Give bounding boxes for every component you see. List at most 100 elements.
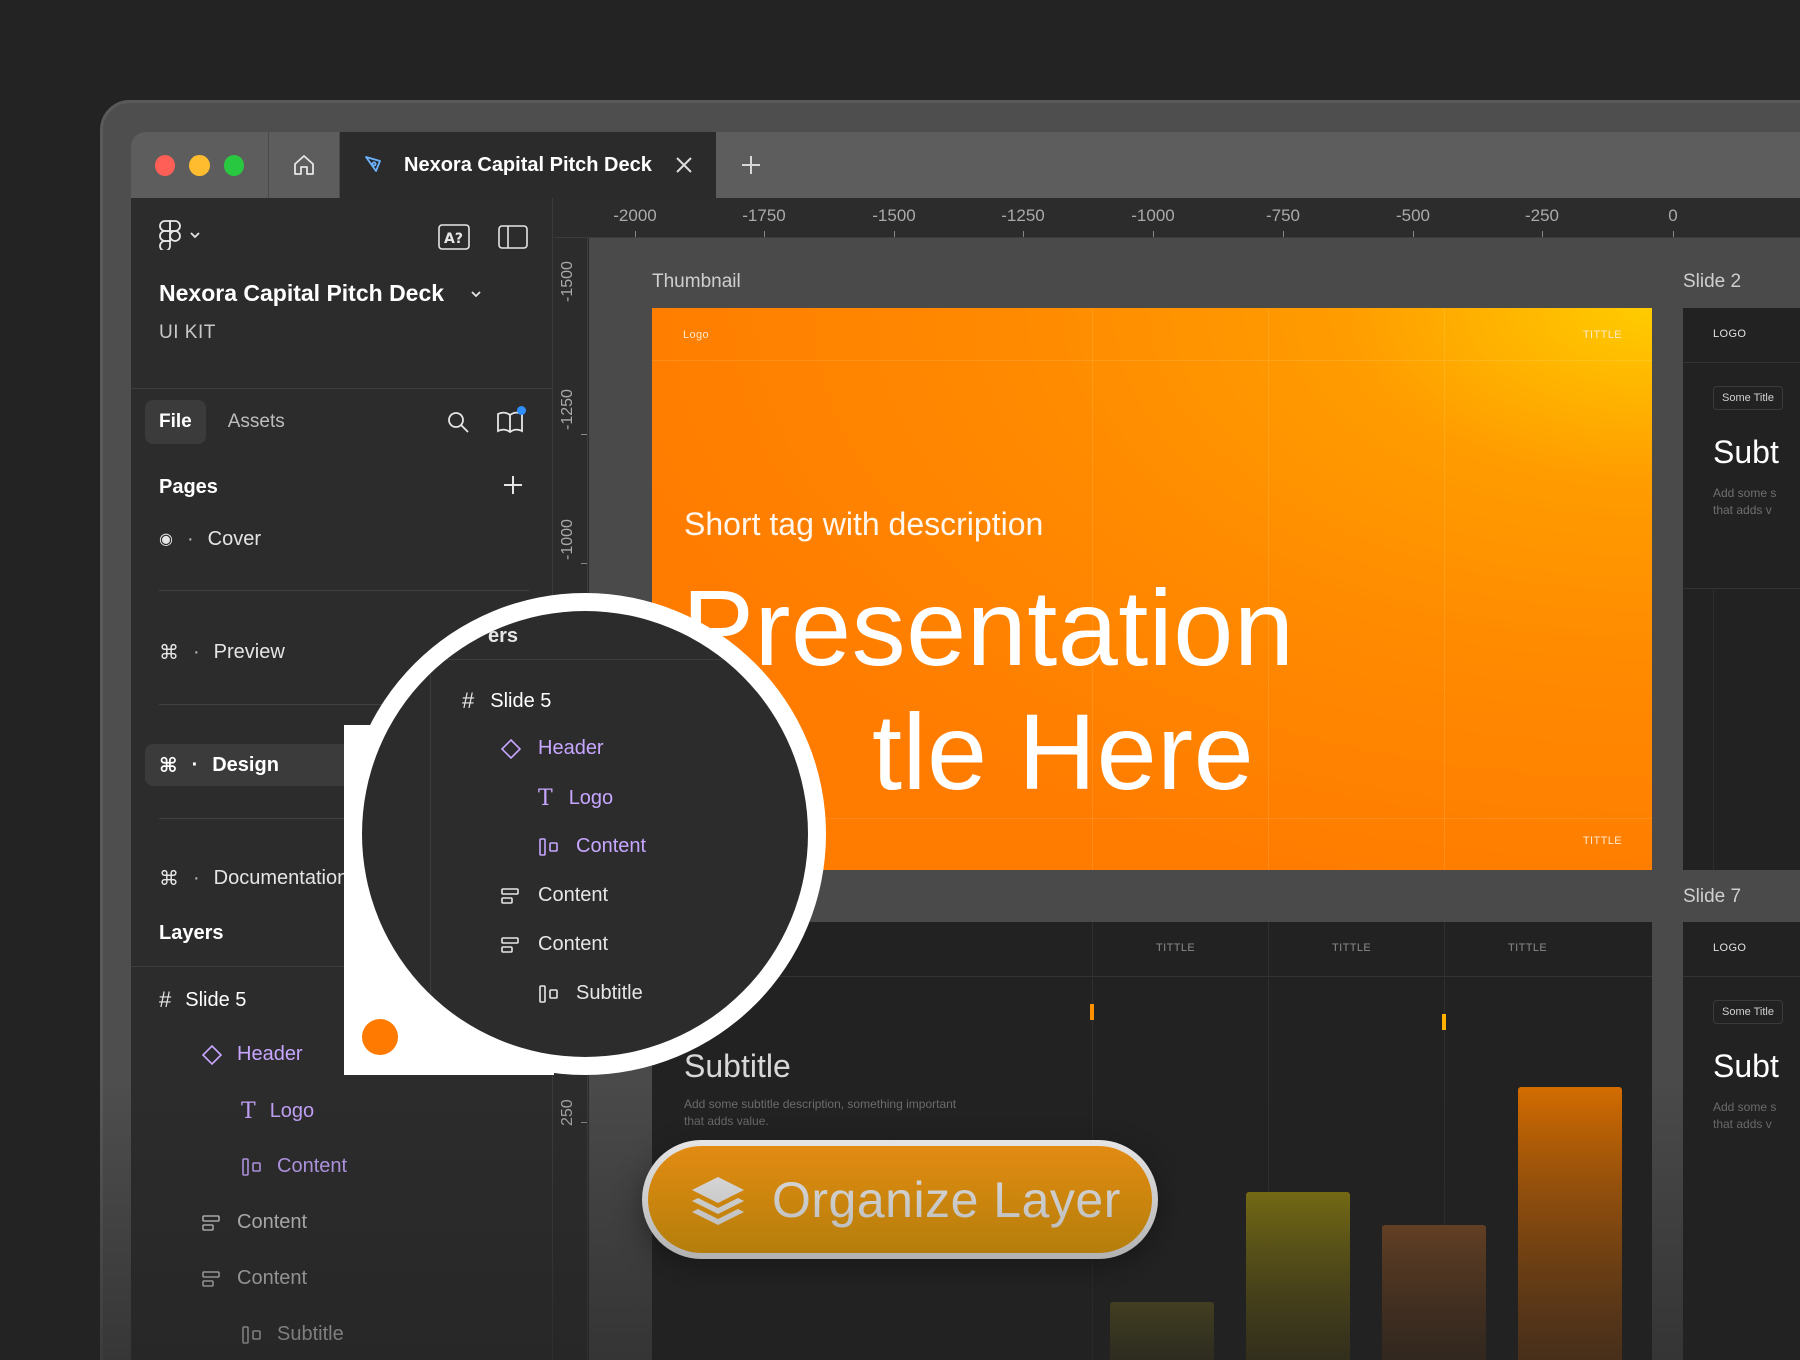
page-divider xyxy=(159,590,529,591)
layers-header: Layers xyxy=(159,922,224,944)
new-tab-button[interactable] xyxy=(716,132,786,198)
layer-label: Logo xyxy=(568,787,614,809)
magnified-layer-content-3[interactable]: Content xyxy=(500,933,608,956)
layer-label: Slide 5 xyxy=(185,988,247,1011)
layer-row-content-2[interactable]: Content xyxy=(201,1211,307,1234)
autolayout-icon xyxy=(242,1157,261,1176)
frame-icon: # xyxy=(159,987,172,1012)
text-icon: T xyxy=(538,786,553,811)
slide-subtitle: Subt xyxy=(1713,1048,1779,1084)
maximize-window-button[interactable] xyxy=(223,154,244,176)
magnified-layer-logo[interactable]: T Logo xyxy=(538,786,613,811)
autolayout-icon xyxy=(539,984,558,1003)
layer-row-slide5[interactable]: # Slide 5 xyxy=(159,987,246,1013)
file-tab[interactable]: Nexora Capital Pitch Deck xyxy=(340,132,716,198)
chart-tittle: TITTLE xyxy=(1332,942,1372,954)
layer-row-header[interactable]: Header xyxy=(201,1043,303,1066)
organize-layer-button[interactable]: Organize Layer xyxy=(642,1140,1158,1259)
magnified-layer-slide5[interactable]: # Slide 5 xyxy=(462,688,551,714)
toggle-sidebar-icon[interactable] xyxy=(498,225,528,249)
page-item-cover[interactable]: ◉ · Cover xyxy=(145,518,535,560)
slide-chip: Some Title xyxy=(1713,386,1783,410)
command-icon: ⌘ xyxy=(159,867,179,890)
slide-logo-text: Logo xyxy=(683,329,710,341)
minimize-window-button[interactable] xyxy=(189,154,210,176)
bullet: · xyxy=(193,866,200,889)
slide-logo-text: LOGO xyxy=(1713,942,1747,954)
close-tab-icon[interactable] xyxy=(674,155,694,175)
chart-slide-subtitle: Subtitle xyxy=(684,1048,791,1084)
component-icon xyxy=(201,1044,223,1065)
divider xyxy=(430,659,431,1057)
slide-tittle-top: TITTLE xyxy=(1582,329,1622,341)
autolayout-icon xyxy=(539,837,558,856)
ruler-tick xyxy=(581,1122,587,1123)
grid-line xyxy=(1713,588,1714,870)
layer-row-content[interactable]: Content xyxy=(241,1155,347,1178)
magnified-layer-content[interactable]: Content xyxy=(538,835,646,858)
stack-icon xyxy=(202,1214,220,1231)
ruler-horizontal: -2000 -1750 -1500 -1250 -1000 -750 -500 … xyxy=(554,198,1800,238)
chart-bar-3 xyxy=(1382,1225,1486,1360)
slide-2[interactable]: LOGO Some Title Subt Add some s that add… xyxy=(1683,308,1800,870)
home-tab-button[interactable] xyxy=(268,132,340,198)
chart-bar-2 xyxy=(1246,1192,1350,1360)
tab-file[interactable]: File xyxy=(145,400,206,444)
slide-desc: that adds v xyxy=(1713,1117,1772,1131)
divider xyxy=(131,388,552,389)
chart-bar-4 xyxy=(1518,1087,1622,1360)
layer-row-content-3[interactable]: Content xyxy=(201,1267,307,1290)
grid-line xyxy=(652,360,1652,361)
magnified-layer-subtitle[interactable]: Subtitle xyxy=(538,982,643,1005)
add-page-icon[interactable] xyxy=(502,474,524,496)
tab-assets[interactable]: Assets xyxy=(214,400,299,444)
bullet: · xyxy=(186,527,194,550)
stack-icon xyxy=(501,936,519,953)
divider xyxy=(362,659,808,660)
ruler-tick xyxy=(1413,231,1414,237)
library-button[interactable] xyxy=(496,406,526,439)
main-menu-button[interactable] xyxy=(159,220,201,250)
slide-desc: Add some s xyxy=(1713,1100,1777,1114)
chevron-down-icon xyxy=(471,290,481,297)
ruler-tick xyxy=(635,231,636,237)
page-label: Documentation xyxy=(213,866,349,889)
title-bar: Nexora Capital Pitch Deck xyxy=(131,132,1800,198)
svg-text:A?: A? xyxy=(444,231,463,247)
file-name-dropdown[interactable]: Nexora Capital Pitch Deck xyxy=(159,280,482,307)
ruler-label: -1250 xyxy=(559,389,576,430)
frame-label-slide2[interactable]: Slide 2 xyxy=(1683,271,1741,293)
slide-logo-text: LOGO xyxy=(1713,328,1747,340)
layer-label: Header xyxy=(237,1043,303,1065)
layer-label: Slide 5 xyxy=(490,689,552,712)
autolayout-icon xyxy=(242,1325,261,1344)
command-icon: ⌘ xyxy=(159,754,178,777)
font-check-icon[interactable]: A? xyxy=(438,224,470,250)
frame-label-slide7[interactable]: Slide 7 xyxy=(1683,886,1741,908)
close-window-button[interactable] xyxy=(155,154,176,176)
pen-tool-icon xyxy=(365,156,381,172)
slide-desc: Add some s xyxy=(1713,486,1777,500)
search-icon[interactable] xyxy=(446,410,470,434)
layer-row-subtitle[interactable]: Subtitle xyxy=(241,1323,344,1346)
chart-marker xyxy=(1090,1004,1094,1020)
grid-line xyxy=(1683,588,1800,589)
text-icon: T xyxy=(241,1099,256,1124)
grid-line xyxy=(1683,362,1800,363)
ruler-tick xyxy=(1153,231,1154,237)
figma-logo-icon xyxy=(159,220,181,250)
ruler-label: 0 xyxy=(1668,206,1678,225)
pages-header: Pages xyxy=(159,476,218,498)
ruler-tick xyxy=(1023,231,1024,237)
layer-label: Content xyxy=(538,933,609,955)
layer-row-logo[interactable]: T Logo xyxy=(241,1099,314,1124)
tab-title: Nexora Capital Pitch Deck xyxy=(404,153,652,176)
frame-label-thumbnail[interactable]: Thumbnail xyxy=(652,271,741,293)
slide-subtitle: Subt xyxy=(1713,434,1779,470)
ruler-label: -250 xyxy=(1524,206,1560,225)
magnified-layer-header[interactable]: Header xyxy=(500,737,604,760)
magnified-layer-content-2[interactable]: Content xyxy=(500,884,608,907)
ruler-label: -1750 xyxy=(742,206,786,225)
slide-7[interactable]: LOGO Some Title Subt Add some s that add… xyxy=(1683,922,1800,1360)
layer-label: Subtitle xyxy=(277,1323,344,1345)
